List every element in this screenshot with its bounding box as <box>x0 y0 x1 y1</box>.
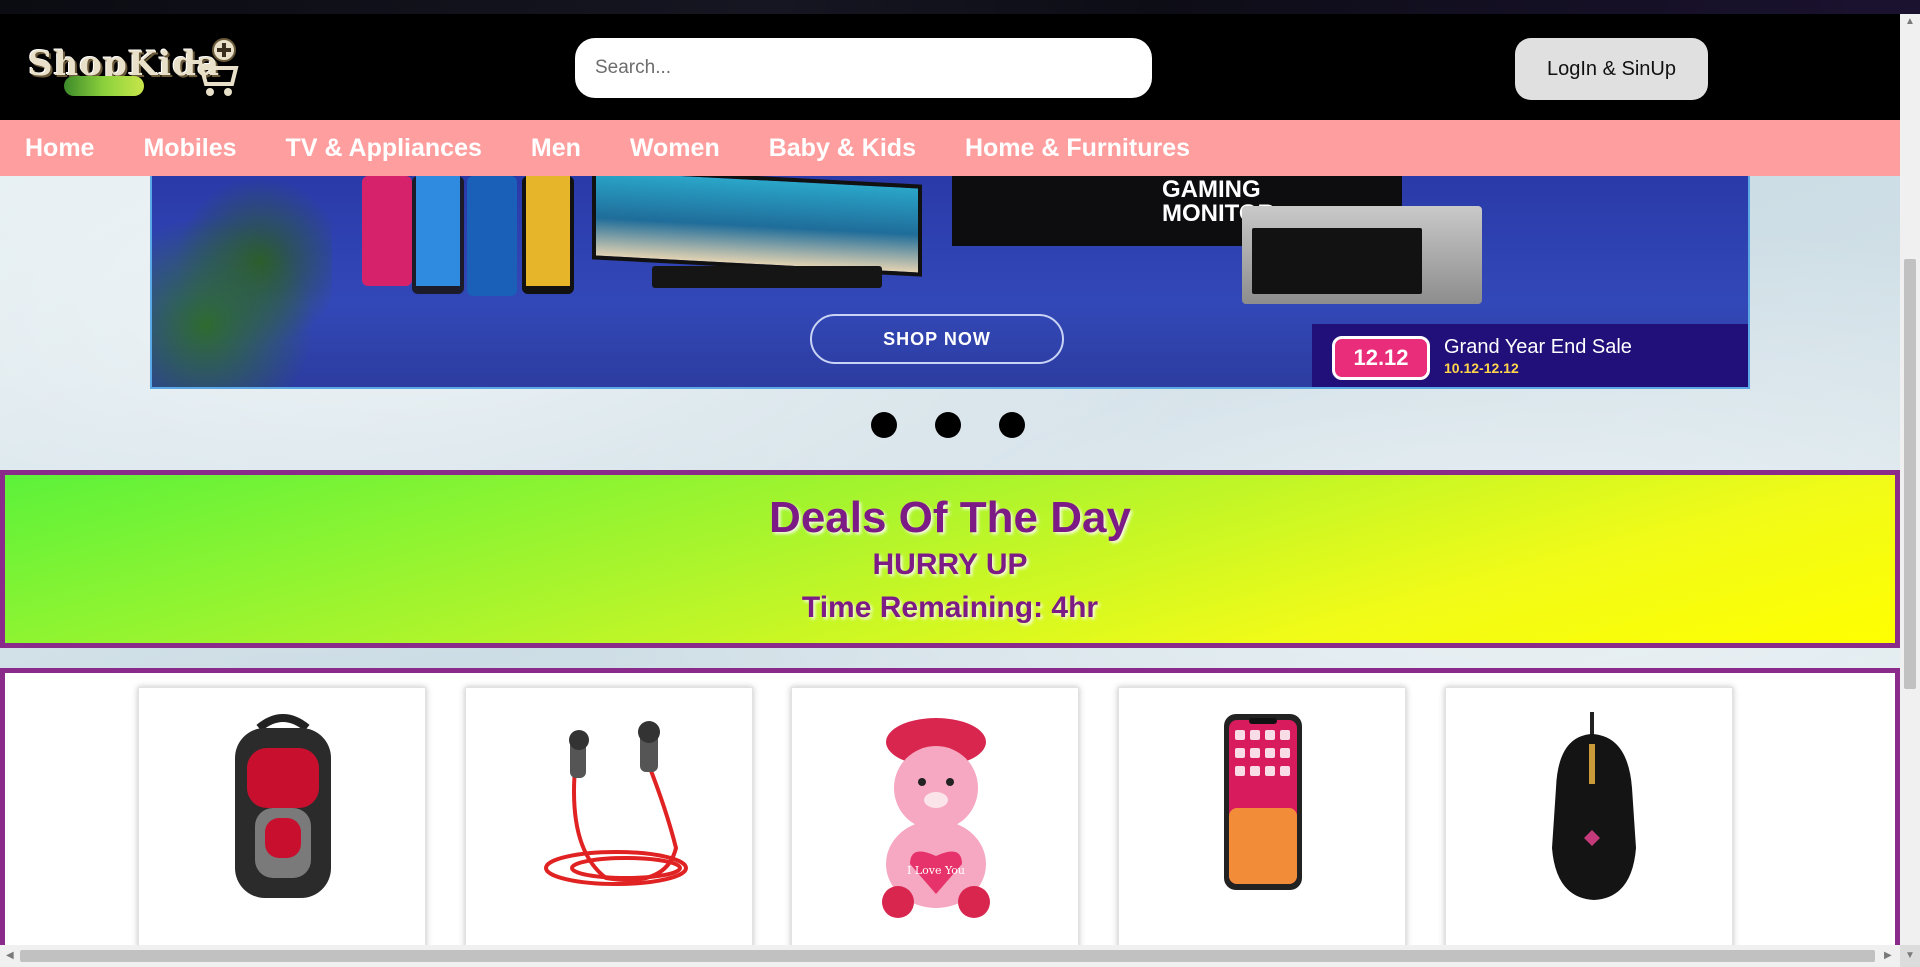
horizontal-scroll-thumb[interactable] <box>20 950 1875 962</box>
product-card-smartphone[interactable] <box>1118 687 1406 945</box>
tv-image <box>592 176 922 277</box>
promo-banner[interactable]: GAMING MONITOR SHOP NOW 12.12 Grand Year… <box>150 176 1750 389</box>
category-nav: Home Mobiles TV & Appliances Men Women B… <box>0 120 1900 176</box>
worm-icon <box>64 76 144 96</box>
page-viewport[interactable]: ShopKida LogIn & SinUp Home Mobiles TV &… <box>0 14 1900 945</box>
teddy-bear-icon: I Love You <box>882 718 990 918</box>
site-header: ShopKida LogIn & SinUp <box>0 14 1900 120</box>
soundbar-image <box>652 266 882 288</box>
phones-image <box>362 176 574 296</box>
login-signup-button[interactable]: LogIn & SinUp <box>1515 38 1708 100</box>
shop-now-button[interactable]: SHOP NOW <box>810 314 1064 364</box>
gaming-mouse-icon <box>1552 712 1636 900</box>
horizontal-scrollbar[interactable]: ◀ ▶ <box>0 945 1900 967</box>
site-logo[interactable]: ShopKida <box>28 36 240 106</box>
product-card-earphones[interactable] <box>465 687 753 945</box>
browser-tab-strip <box>0 0 1920 14</box>
deals-subtitle: HURRY UP <box>872 548 1028 581</box>
nav-item-baby-kids[interactable]: Baby & Kids <box>769 134 916 163</box>
cart-icon <box>190 38 239 96</box>
nav-item-men[interactable]: Men <box>531 134 581 163</box>
nav-item-mobiles[interactable]: Mobiles <box>143 134 236 163</box>
carousel-dot-3[interactable] <box>999 412 1025 438</box>
product-card-gaming-mouse[interactable] <box>1445 687 1733 945</box>
christmas-tree-decoration <box>152 176 332 387</box>
nav-item-women[interactable]: Women <box>630 134 720 163</box>
deals-title: Deals Of The Day <box>769 493 1131 542</box>
backpack-icon <box>235 714 331 898</box>
deals-of-the-day-section: Deals Of The Day HURRY UP Time Remaining… <box>0 470 1900 648</box>
earphones-icon <box>544 721 688 886</box>
carousel-dot-1[interactable] <box>871 412 897 438</box>
vertical-scrollbar[interactable]: ▲ <box>1900 14 1920 945</box>
scroll-left-arrow-icon[interactable]: ◀ <box>6 950 14 961</box>
vertical-scroll-thumb[interactable] <box>1904 259 1916 689</box>
product-card-teddy-bear[interactable]: I Love You <box>791 687 1079 945</box>
sale-badge: 12.12 <box>1332 336 1430 380</box>
carousel-dot-2[interactable] <box>935 412 961 438</box>
carousel-dots <box>871 412 1063 438</box>
nav-item-home[interactable]: Home <box>25 134 94 163</box>
smartphone-icon <box>1224 714 1302 890</box>
deals-timer: Time Remaining: 4hr <box>801 591 1099 624</box>
product-card-backpack[interactable] <box>138 687 426 945</box>
sale-title: Grand Year End Sale <box>1444 336 1632 358</box>
nav-item-tv-appliances[interactable]: TV & Appliances <box>286 134 482 163</box>
microwave-door <box>1252 228 1422 294</box>
scroll-right-arrow-icon[interactable]: ▶ <box>1884 950 1892 961</box>
sale-dates: 10.12-12.12 <box>1444 360 1519 376</box>
scroll-up-arrow-icon[interactable]: ▲ <box>1905 16 1915 27</box>
teddy-tag-text: I Love You <box>907 864 965 877</box>
scrollbar-corner: ▼ <box>1900 945 1920 967</box>
products-section: I Love You <box>0 668 1900 945</box>
nav-item-home-furnitures[interactable]: Home & Furnitures <box>965 134 1190 163</box>
scroll-down-arrow-icon[interactable]: ▼ <box>1905 950 1915 961</box>
search-input[interactable] <box>575 38 1152 98</box>
